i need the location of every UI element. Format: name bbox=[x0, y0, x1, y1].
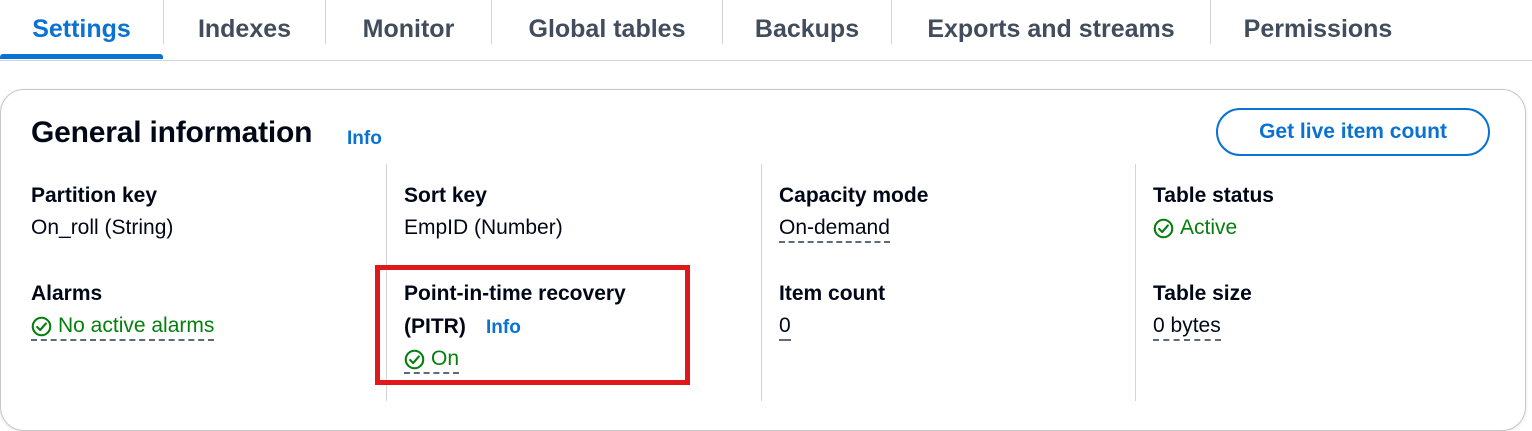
capacity-mode-value[interactable]: On-demand bbox=[779, 216, 890, 243]
sort-key-label: Sort key bbox=[404, 184, 487, 207]
alarms-text: No active alarms bbox=[58, 314, 215, 337]
table-size-label: Table size bbox=[1153, 282, 1252, 305]
tab-bar: Settings Indexes Monitor Global tables B… bbox=[0, 0, 1532, 61]
item-count-label: Item count bbox=[779, 282, 886, 305]
alarms-label: Alarms bbox=[31, 282, 103, 305]
column-divider bbox=[761, 164, 762, 401]
tab-settings[interactable]: Settings bbox=[0, 0, 163, 58]
item-count-value[interactable]: 0 bbox=[779, 314, 791, 341]
column-divider bbox=[1135, 164, 1136, 401]
sort-key-value: EmpID (Number) bbox=[404, 216, 563, 239]
table-status-text: Active bbox=[1180, 216, 1238, 239]
check-circle-icon bbox=[31, 316, 52, 336]
table-size-value[interactable]: 0 bytes bbox=[1153, 314, 1221, 341]
tab-backups[interactable]: Backups bbox=[723, 0, 891, 58]
alarms-value[interactable]: No active alarms bbox=[31, 314, 215, 341]
tab-exports-and-streams[interactable]: Exports and streams bbox=[892, 0, 1210, 58]
get-live-item-count-button[interactable]: Get live item count bbox=[1216, 108, 1490, 156]
tab-global-tables[interactable]: Global tables bbox=[492, 0, 722, 58]
active-tab-indicator bbox=[0, 54, 163, 59]
tab-permissions[interactable]: Permissions bbox=[1211, 0, 1425, 58]
table-status-label: Table status bbox=[1153, 184, 1274, 207]
tab-monitor[interactable]: Monitor bbox=[326, 0, 491, 58]
check-circle-icon bbox=[1153, 218, 1174, 238]
general-info-link[interactable]: Info bbox=[347, 128, 382, 150]
capacity-mode-label: Capacity mode bbox=[779, 184, 929, 207]
tab-indexes[interactable]: Indexes bbox=[164, 0, 325, 58]
table-status-value: Active bbox=[1153, 216, 1237, 240]
partition-key-label: Partition key bbox=[31, 184, 158, 207]
partition-key-value: On_roll (String) bbox=[31, 216, 174, 239]
panel-title: General information bbox=[31, 116, 313, 149]
pitr-highlight-box bbox=[375, 265, 690, 385]
